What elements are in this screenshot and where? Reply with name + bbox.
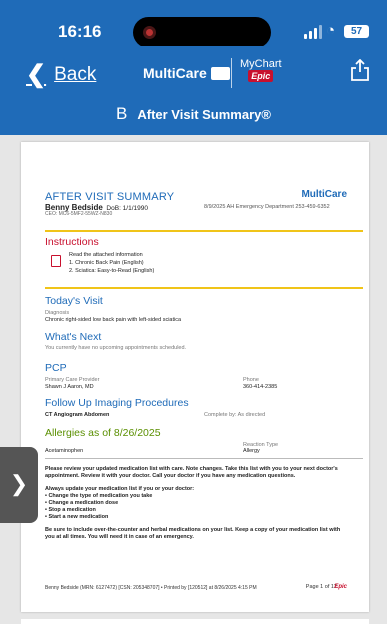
- pdf-page: MultiCare AFTER VISIT SUMMARY Benny Beds…: [21, 142, 369, 612]
- multicare-mark-icon: [210, 66, 230, 80]
- section-divider: [45, 287, 363, 289]
- cellular-signal-icon: [304, 25, 324, 39]
- side-panel-handle[interactable]: ❯: [0, 447, 38, 523]
- allergies-heading: Allergies as of 8/26/2025: [45, 427, 161, 439]
- otc-text-2: you at all times. You will need it in ca…: [45, 534, 194, 540]
- otc-text-1: Be sure to include over-the-counter and …: [45, 527, 341, 533]
- chevron-left-icon: ❮: [26, 61, 47, 88]
- page-title-text: After Visit Summary®: [137, 107, 271, 122]
- instructions-read: Read the attached information: [69, 252, 143, 258]
- imaging-complete-by: Complete by: As directed: [204, 412, 266, 418]
- document-brand: MultiCare: [301, 189, 347, 200]
- allergy-type: Allergy: [243, 448, 260, 454]
- battery-icon: 57: [344, 25, 369, 38]
- dynamic-island: [133, 17, 271, 48]
- epic-badge: Epic: [248, 70, 274, 82]
- logo-divider: [231, 58, 232, 88]
- pcp-name: Shawn J Aaron, MD: [45, 384, 94, 390]
- pcp-label: Primary Care Provider: [45, 377, 100, 383]
- document-icon: [51, 255, 61, 267]
- page-title: B After Visit Summary®: [0, 104, 387, 134]
- instruction-item[interactable]: 1. Chronic Back Pain (English): [69, 260, 144, 266]
- review-text-2: appointment. Review it with your doctor.…: [45, 473, 296, 479]
- diagnosis: Chronic right-sided low back pain with l…: [45, 317, 182, 323]
- instructions-heading: Instructions: [45, 236, 99, 248]
- clock: 16:16: [58, 22, 102, 41]
- navigation-bar: ❮ Back MultiCare MyChart Epic: [0, 46, 387, 104]
- page-footer: Benny Bedside (MRN: 6127472) [CSN: 20534…: [45, 585, 257, 591]
- wifi-icon: ◔: [326, 22, 336, 39]
- back-label: Back: [54, 63, 97, 85]
- visit-info: 8/9/2025 AH Emergency Department 253-459…: [204, 204, 330, 210]
- brand-name: MultiCare: [143, 65, 207, 81]
- phone-label: Phone: [243, 377, 259, 383]
- page-number: Page 1 of 12: [305, 584, 337, 590]
- document-letter: B: [116, 104, 128, 123]
- review-text-1: Please review your updated medication li…: [45, 466, 338, 472]
- share-icon[interactable]: [350, 59, 370, 81]
- multicare-logo: MultiCare: [143, 65, 230, 81]
- always-item: • Stop a medication: [45, 507, 96, 513]
- mychart-logo: MyChart Epic: [240, 58, 282, 82]
- always-item: • Change a medication dose: [45, 500, 119, 506]
- next-pdf-page: [21, 619, 369, 624]
- always-update-heading: Always update your medication list if yo…: [45, 486, 195, 492]
- whats-next-text: You currently have no upcoming appointme…: [45, 345, 187, 351]
- always-item: • Change the type of medication you take: [45, 493, 153, 499]
- diagnosis-label: Diagnosis: [45, 310, 70, 316]
- imaging-heading: Follow Up Imaging Procedures: [45, 397, 189, 409]
- always-item: • Start a new medication: [45, 514, 109, 520]
- section-divider: [45, 230, 363, 232]
- pdf-viewer[interactable]: MultiCare AFTER VISIT SUMMARY Benny Beds…: [0, 135, 387, 624]
- todays-visit-heading: Today's Visit: [45, 295, 103, 307]
- record-indicator-icon: [143, 26, 156, 39]
- allergen: Acetaminophen: [45, 448, 84, 454]
- divider: [45, 458, 363, 459]
- chevron-right-icon: ❯: [9, 471, 29, 496]
- status-bar: 16:16 ◔ 57: [0, 0, 387, 48]
- whats-next-heading: What's Next: [45, 331, 102, 343]
- document-title: AFTER VISIT SUMMARY: [45, 191, 175, 203]
- footer-epic-logo: Epic: [334, 584, 347, 590]
- back-button[interactable]: ❮ Back: [26, 60, 96, 89]
- pcp-heading: PCP: [45, 362, 67, 374]
- instruction-item[interactable]: 2. Sciatica: Easy-to-Read (English): [69, 268, 154, 274]
- phone-number: 360-414-2385: [243, 384, 278, 390]
- imaging-name: CT Angiogram Abdomen: [45, 412, 110, 418]
- csn: CEO: MC6-5MF2-55WZ-N830: [45, 211, 113, 217]
